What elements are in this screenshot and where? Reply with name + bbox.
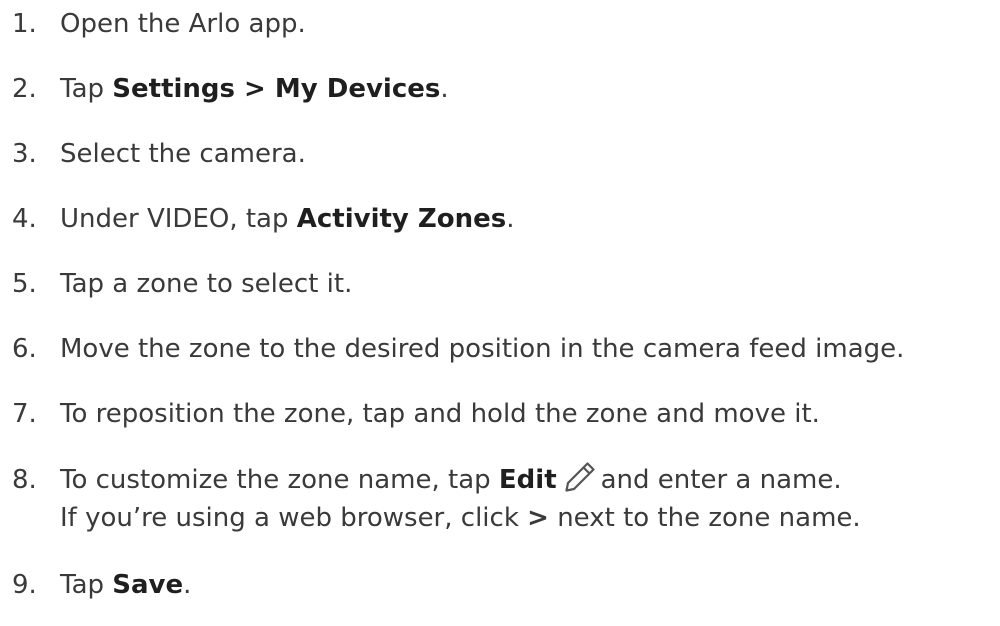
- step-text: .: [506, 204, 515, 234]
- step-number: 8.: [12, 465, 37, 495]
- step-number: 1.: [12, 9, 37, 39]
- step-8-continuation: If you’re using a web browser, click > n…: [12, 499, 861, 537]
- step-text: and enter a name.: [600, 465, 842, 495]
- step-text: Select the camera.: [60, 139, 306, 169]
- step-text: To reposition the zone, tap and hold the…: [60, 399, 820, 429]
- step-bold-text: Activity Zones: [296, 204, 507, 234]
- step-text: next to the zone name.: [548, 503, 861, 533]
- step-number: 4.: [12, 204, 37, 234]
- step-number: 2.: [12, 74, 37, 104]
- step-text: If you’re using a web browser, click: [60, 503, 528, 533]
- step-text: Move the zone to the desired position in…: [60, 334, 905, 364]
- step-6: 6. Move the zone to the desired position …: [12, 330, 904, 368]
- step-text: Tap a zone to select it.: [60, 269, 353, 299]
- step-text: Open the Arlo app.: [60, 9, 306, 39]
- step-bold-text: Edit: [498, 465, 557, 495]
- step-number: 9.: [12, 570, 37, 600]
- pencil-icon: [563, 460, 597, 494]
- step-number: 7.: [12, 399, 37, 429]
- step-9: 9. Tap Save.: [12, 566, 191, 604]
- step-8: 8. To customize the zone name, tap Edit an…: [12, 460, 861, 537]
- step-text: .: [183, 570, 192, 600]
- step-3: 3. Select the camera.: [12, 135, 306, 173]
- step-4: 4. Under VIDEO, tap Activity Zones.: [12, 200, 515, 238]
- step-text: To customize the zone name, tap: [60, 465, 499, 495]
- step-bold-text: Save: [112, 570, 184, 600]
- step-5: 5. Tap a zone to select it.: [12, 265, 352, 303]
- step-7: 7. To reposition the zone, tap and hold t…: [12, 395, 820, 433]
- step-bold-text: Settings > My Devices: [112, 74, 441, 104]
- step-text: Tap: [60, 74, 113, 104]
- step-2: 2. Tap Settings > My Devices.: [12, 70, 449, 108]
- step-text: Under VIDEO, tap: [60, 204, 297, 234]
- instruction-list: 1. Open the Arlo app. 2. Tap Settings > My…: [0, 0, 1000, 626]
- step-number: 3.: [12, 139, 37, 169]
- step-text: .: [440, 74, 449, 104]
- step-1: 1. Open the Arlo app.: [12, 5, 306, 43]
- step-number: 6.: [12, 334, 37, 364]
- step-number: 5.: [12, 269, 37, 299]
- step-text: Tap: [60, 570, 113, 600]
- step-bold-text: >: [527, 503, 549, 533]
